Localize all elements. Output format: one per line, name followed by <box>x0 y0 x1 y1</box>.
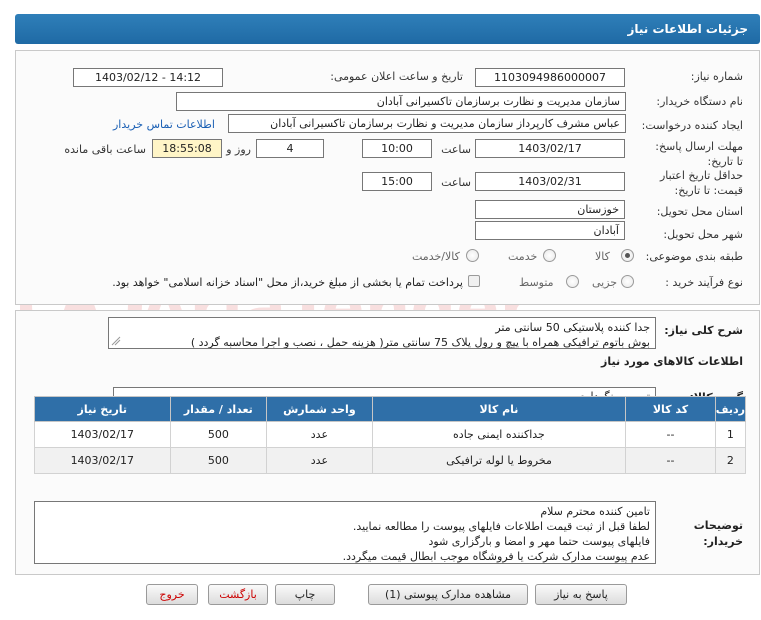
process-label: نوع فرآیند خرید : <box>665 276 743 289</box>
col-quantity: تعداد / مقدار <box>169 396 268 422</box>
cell-date: 1403/02/17 <box>34 447 171 474</box>
category-option-goods: کالا <box>595 250 610 263</box>
province-field: خوزستان <box>475 200 625 219</box>
cell-unit: عدد <box>266 421 373 448</box>
col-row: ردیف <box>714 396 747 422</box>
back-button[interactable]: بازگشت <box>208 584 268 605</box>
deadline-time-label: ساعت <box>441 143 471 156</box>
process-radio-medium[interactable] <box>566 275 579 288</box>
validity-time-field: 15:00 <box>362 172 432 191</box>
announce-field: 1403/02/12 - 14:12 <box>73 68 223 87</box>
creator-label: ایجاد کننده درخواست: <box>641 119 743 132</box>
goods-table: ردیف کد کالا نام کالا واحد شمارش تعداد /… <box>34 396 747 474</box>
category-radio-service[interactable] <box>543 249 556 262</box>
buyer-contact-link[interactable]: اطلاعات تماس خریدار <box>113 118 215 131</box>
validity-label: حداقل تاریخ اعتبار قیمت: تا تاریخ: <box>659 169 743 197</box>
treasury-payment-note: پرداخت تمام یا بخشی از مبلغ خرید،از محل … <box>112 276 463 289</box>
category-option-service: خدمت <box>508 250 538 263</box>
exit-button[interactable]: خروج <box>146 584 198 605</box>
province-label: استان محل تحویل: <box>656 205 743 218</box>
treasury-payment-checkbox[interactable] <box>468 275 480 287</box>
remaining-time-label: ساعت باقی مانده <box>64 143 146 156</box>
deadline-date-field: 1403/02/17 <box>475 139 625 158</box>
reply-button[interactable]: پاسخ به نیاز <box>535 584 627 605</box>
table-row[interactable]: 2 -- مخروط یا لوله ترافیکی عدد 500 1403/… <box>34 447 747 474</box>
goods-info-title: اطلاعات کالاهای مورد نیاز <box>601 355 743 368</box>
remaining-time-field: 18:55:08 <box>152 139 222 158</box>
process-radio-minor[interactable] <box>621 275 634 288</box>
col-unit: واحد شمارش <box>266 396 373 422</box>
need-number-label: شماره نیاز: <box>690 70 743 83</box>
cell-row: 1 <box>714 421 747 448</box>
process-option-minor: جزیی <box>592 276 618 289</box>
category-radio-goods[interactable] <box>621 249 634 262</box>
deadline-label: مهلت ارسال پاسخ: تا تاریخ: <box>655 140 743 168</box>
summary-textarea[interactable]: جدا کننده پلاستیکی 50 سانتی متر بوش باتو… <box>108 317 656 349</box>
cell-unit: عدد <box>266 447 373 474</box>
cell-code: -- <box>625 447 716 474</box>
summary-label: شرح کلی نیاز: <box>664 324 743 337</box>
category-option-both: کالا/خدمت <box>412 250 460 263</box>
city-label: شهر محل تحویل: <box>663 228 743 241</box>
col-name: نام کالا <box>371 396 627 422</box>
announce-label: تاریخ و ساعت اعلان عمومی: <box>330 70 463 83</box>
table-header-row: ردیف کد کالا نام کالا واحد شمارش تعداد /… <box>34 396 747 422</box>
cell-quantity: 500 <box>169 421 268 448</box>
cell-code: -- <box>625 421 716 448</box>
remaining-days-field: 4 <box>256 139 324 158</box>
print-button[interactable]: چاپ <box>275 584 335 605</box>
page-title: جزئیات اطلاعات نیاز <box>627 22 748 36</box>
notes-textarea[interactable]: تامین کننده محترم سلام لطفا قبل از ثبت ق… <box>34 501 656 564</box>
deadline-time-field: 10:00 <box>362 139 432 158</box>
process-option-medium: متوسط <box>519 276 554 289</box>
buyer-label: نام دستگاه خریدار: <box>656 95 743 108</box>
validity-date-field: 1403/02/31 <box>475 172 625 191</box>
cell-row: 2 <box>714 447 747 474</box>
table-row[interactable]: 1 -- جداکننده ایمنی جاده عدد 500 1403/02… <box>34 421 747 448</box>
cell-date: 1403/02/17 <box>34 421 171 448</box>
need-number-field: 1103094986000007 <box>475 68 625 87</box>
attachments-button[interactable]: مشاهده مدارک پیوستی (1) <box>368 584 528 605</box>
col-code: کد کالا <box>625 396 716 422</box>
city-field: آبادان <box>475 221 625 240</box>
category-radio-both[interactable] <box>466 249 479 262</box>
cell-name: مخروط یا لوله ترافیکی <box>371 447 627 474</box>
days-label: روز و <box>226 143 251 156</box>
creator-field: عباس مشرف کارپرداز سازمان مدیریت و نظارت… <box>228 114 626 133</box>
notes-label: توضیحات خریدار: <box>693 519 743 548</box>
col-date: تاریخ نیاز <box>34 396 171 422</box>
page-header: جزئیات اطلاعات نیاز <box>15 14 760 44</box>
cell-quantity: 500 <box>169 447 268 474</box>
validity-time-label: ساعت <box>441 176 471 189</box>
cell-name: جداکننده ایمنی جاده <box>371 421 627 448</box>
buyer-field: سازمان مدیریت و نظارت برسازمان تاکسیرانی… <box>176 92 626 111</box>
category-label: طبقه بندی موضوعی: <box>645 250 743 263</box>
resize-grip-icon[interactable] <box>111 336 121 346</box>
